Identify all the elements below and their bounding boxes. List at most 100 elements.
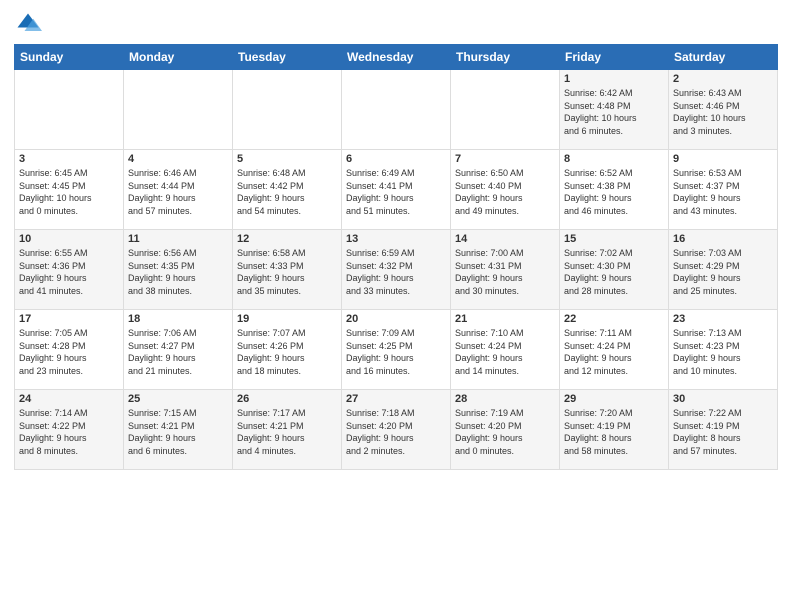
calendar-cell: 18 Sunrise: 7:06 AM Sunset: 4:27 PM Dayli… [124, 310, 233, 390]
calendar-week-row: 17 Sunrise: 7:05 AM Sunset: 4:28 PM Dayli… [15, 310, 778, 390]
day-info: Sunrise: 6:59 AM Sunset: 4:32 PM Dayligh… [346, 247, 446, 297]
calendar-cell: 23Sunrise: 7:13 AM Sunset: 4:23 PM Dayli… [669, 310, 778, 390]
day-number: 29 [564, 393, 664, 405]
calendar-cell: 24 Sunrise: 7:14 AM Sunset: 4:22 PM Dayli… [15, 390, 124, 470]
calendar-cell [15, 70, 124, 150]
logo [14, 10, 46, 38]
calendar-cell: 1 Sunrise: 6:42 AM Sunset: 4:48 PM Daylig… [560, 70, 669, 150]
day-number: 12 [237, 233, 337, 245]
calendar-cell: 8 Sunrise: 6:52 AM Sunset: 4:38 PM Daylig… [560, 150, 669, 230]
day-number: 23 [673, 313, 773, 325]
calendar-cell: 17 Sunrise: 7:05 AM Sunset: 4:28 PM Dayli… [15, 310, 124, 390]
day-info: Sunrise: 6:55 AM Sunset: 4:36 PM Dayligh… [19, 247, 119, 297]
day-info: Sunrise: 7:00 AM Sunset: 4:31 PM Dayligh… [455, 247, 555, 297]
calendar-cell: 28 Sunrise: 7:19 AM Sunset: 4:20 PM Dayli… [451, 390, 560, 470]
weekday-header-sunday: Sunday [15, 45, 124, 70]
day-info: Sunrise: 6:46 AM Sunset: 4:44 PM Dayligh… [128, 167, 228, 217]
day-info: Sunrise: 7:10 AM Sunset: 4:24 PM Dayligh… [455, 327, 555, 377]
calendar-cell: 27 Sunrise: 7:18 AM Sunset: 4:20 PM Dayli… [342, 390, 451, 470]
calendar-cell [342, 70, 451, 150]
weekday-header-monday: Monday [124, 45, 233, 70]
calendar-cell [124, 70, 233, 150]
day-number: 6 [346, 153, 446, 165]
day-info: Sunrise: 6:48 AM Sunset: 4:42 PM Dayligh… [237, 167, 337, 217]
day-info: Sunrise: 7:07 AM Sunset: 4:26 PM Dayligh… [237, 327, 337, 377]
day-info: Sunrise: 7:06 AM Sunset: 4:27 PM Dayligh… [128, 327, 228, 377]
calendar-table: SundayMondayTuesdayWednesdayThursdayFrid… [14, 44, 778, 470]
weekday-header-friday: Friday [560, 45, 669, 70]
calendar-cell: 16 Sunrise: 7:03 AM Sunset: 4:29 PM Dayli… [669, 230, 778, 310]
calendar-cell: 10 Sunrise: 6:55 AM Sunset: 4:36 PM Dayli… [15, 230, 124, 310]
calendar-cell: 11Sunrise: 6:56 AM Sunset: 4:35 PM Dayli… [124, 230, 233, 310]
day-number: 5 [237, 153, 337, 165]
calendar-cell: 14Sunrise: 7:00 AM Sunset: 4:31 PM Dayli… [451, 230, 560, 310]
day-number: 22 [564, 313, 664, 325]
day-info: Sunrise: 7:22 AM Sunset: 4:19 PM Dayligh… [673, 407, 773, 457]
calendar-week-row: 1 Sunrise: 6:42 AM Sunset: 4:48 PM Daylig… [15, 70, 778, 150]
day-info: Sunrise: 7:14 AM Sunset: 4:22 PM Dayligh… [19, 407, 119, 457]
weekday-header-saturday: Saturday [669, 45, 778, 70]
calendar-cell: 21 Sunrise: 7:10 AM Sunset: 4:24 PM Dayli… [451, 310, 560, 390]
day-number: 28 [455, 393, 555, 405]
day-info: Sunrise: 7:05 AM Sunset: 4:28 PM Dayligh… [19, 327, 119, 377]
calendar-week-row: 24 Sunrise: 7:14 AM Sunset: 4:22 PM Dayli… [15, 390, 778, 470]
logo-icon [14, 10, 42, 38]
day-info: Sunrise: 6:52 AM Sunset: 4:38 PM Dayligh… [564, 167, 664, 217]
day-number: 4 [128, 153, 228, 165]
day-info: Sunrise: 6:42 AM Sunset: 4:48 PM Dayligh… [564, 87, 664, 137]
calendar-cell: 29Sunrise: 7:20 AM Sunset: 4:19 PM Dayli… [560, 390, 669, 470]
day-info: Sunrise: 7:02 AM Sunset: 4:30 PM Dayligh… [564, 247, 664, 297]
day-number: 27 [346, 393, 446, 405]
day-number: 17 [19, 313, 119, 325]
day-number: 15 [564, 233, 664, 245]
day-info: Sunrise: 6:53 AM Sunset: 4:37 PM Dayligh… [673, 167, 773, 217]
day-number: 9 [673, 153, 773, 165]
calendar-cell: 2 Sunrise: 6:43 AM Sunset: 4:46 PM Daylig… [669, 70, 778, 150]
day-info: Sunrise: 7:11 AM Sunset: 4:24 PM Dayligh… [564, 327, 664, 377]
calendar-cell: 26 Sunrise: 7:17 AM Sunset: 4:21 PM Dayli… [233, 390, 342, 470]
weekday-header-thursday: Thursday [451, 45, 560, 70]
calendar-cell: 25Sunrise: 7:15 AM Sunset: 4:21 PM Dayli… [124, 390, 233, 470]
day-number: 10 [19, 233, 119, 245]
calendar-cell [233, 70, 342, 150]
day-info: Sunrise: 6:58 AM Sunset: 4:33 PM Dayligh… [237, 247, 337, 297]
day-info: Sunrise: 6:50 AM Sunset: 4:40 PM Dayligh… [455, 167, 555, 217]
calendar-cell: 19 Sunrise: 7:07 AM Sunset: 4:26 PM Dayli… [233, 310, 342, 390]
day-number: 2 [673, 73, 773, 85]
calendar-header-row: SundayMondayTuesdayWednesdayThursdayFrid… [15, 45, 778, 70]
calendar-cell: 22 Sunrise: 7:11 AM Sunset: 4:24 PM Dayli… [560, 310, 669, 390]
calendar-cell: 20Sunrise: 7:09 AM Sunset: 4:25 PM Dayli… [342, 310, 451, 390]
day-info: Sunrise: 7:18 AM Sunset: 4:20 PM Dayligh… [346, 407, 446, 457]
calendar-cell: 15 Sunrise: 7:02 AM Sunset: 4:30 PM Dayli… [560, 230, 669, 310]
calendar-cell: 30Sunrise: 7:22 AM Sunset: 4:19 PM Dayli… [669, 390, 778, 470]
day-number: 19 [237, 313, 337, 325]
day-number: 21 [455, 313, 555, 325]
day-number: 26 [237, 393, 337, 405]
day-number: 16 [673, 233, 773, 245]
day-number: 8 [564, 153, 664, 165]
calendar-cell: 6 Sunrise: 6:49 AM Sunset: 4:41 PM Daylig… [342, 150, 451, 230]
day-info: Sunrise: 7:17 AM Sunset: 4:21 PM Dayligh… [237, 407, 337, 457]
day-info: Sunrise: 6:49 AM Sunset: 4:41 PM Dayligh… [346, 167, 446, 217]
weekday-header-wednesday: Wednesday [342, 45, 451, 70]
day-info: Sunrise: 6:43 AM Sunset: 4:46 PM Dayligh… [673, 87, 773, 137]
calendar-cell: 7 Sunrise: 6:50 AM Sunset: 4:40 PM Daylig… [451, 150, 560, 230]
calendar-cell: 12 Sunrise: 6:58 AM Sunset: 4:33 PM Dayli… [233, 230, 342, 310]
calendar-week-row: 10 Sunrise: 6:55 AM Sunset: 4:36 PM Dayli… [15, 230, 778, 310]
day-number: 13 [346, 233, 446, 245]
page: SundayMondayTuesdayWednesdayThursdayFrid… [0, 0, 792, 612]
day-info: Sunrise: 7:03 AM Sunset: 4:29 PM Dayligh… [673, 247, 773, 297]
day-info: Sunrise: 7:09 AM Sunset: 4:25 PM Dayligh… [346, 327, 446, 377]
calendar-cell: 4 Sunrise: 6:46 AM Sunset: 4:44 PM Daylig… [124, 150, 233, 230]
day-number: 24 [19, 393, 119, 405]
calendar-cell: 3Sunrise: 6:45 AM Sunset: 4:45 PM Daylig… [15, 150, 124, 230]
calendar-cell: 13 Sunrise: 6:59 AM Sunset: 4:32 PM Dayli… [342, 230, 451, 310]
day-info: Sunrise: 6:45 AM Sunset: 4:45 PM Dayligh… [19, 167, 119, 217]
calendar-cell [451, 70, 560, 150]
day-number: 18 [128, 313, 228, 325]
day-number: 7 [455, 153, 555, 165]
day-info: Sunrise: 7:19 AM Sunset: 4:20 PM Dayligh… [455, 407, 555, 457]
calendar-week-row: 3Sunrise: 6:45 AM Sunset: 4:45 PM Daylig… [15, 150, 778, 230]
day-number: 1 [564, 73, 664, 85]
day-info: Sunrise: 7:15 AM Sunset: 4:21 PM Dayligh… [128, 407, 228, 457]
